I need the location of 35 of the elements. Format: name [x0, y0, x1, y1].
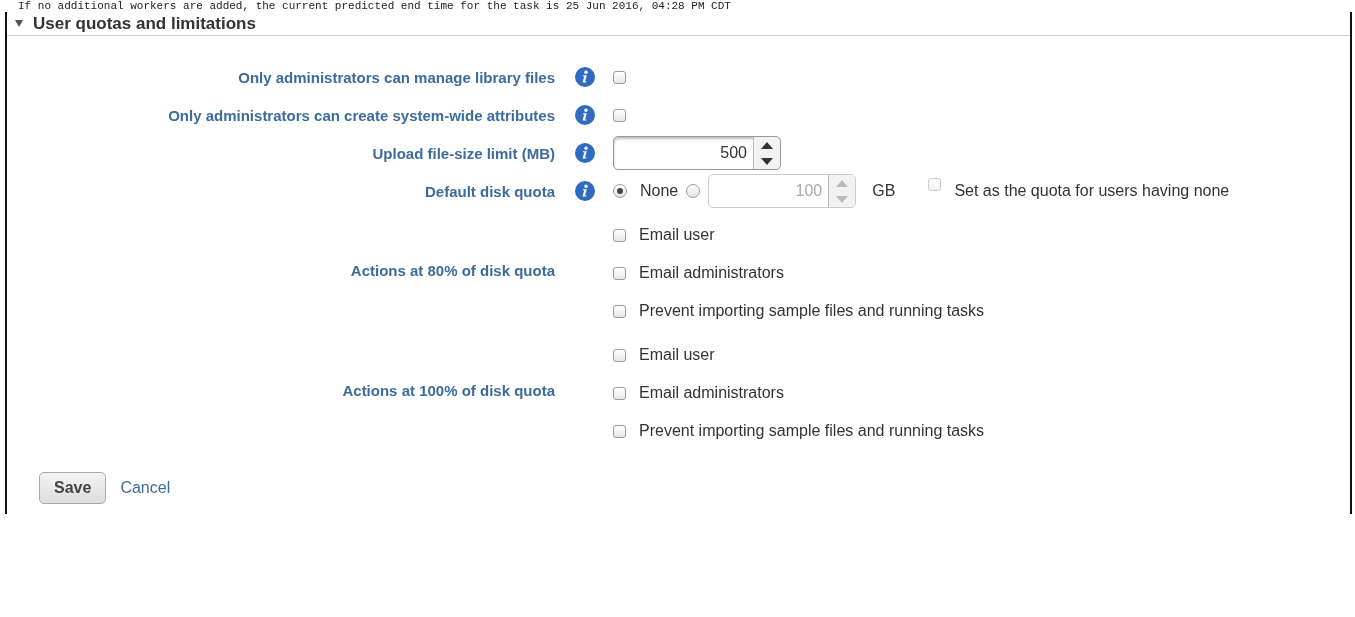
checkbox-label: Set as the quota for users having none	[954, 182, 1230, 200]
radio-label: None	[640, 182, 679, 200]
setting-label: Default disk quota	[425, 182, 555, 200]
checkbox-label: Email administrators	[639, 384, 784, 402]
setting-label: Only administrators can manage library files	[238, 68, 555, 86]
checkbox[interactable]	[613, 70, 626, 84]
info-icon[interactable]	[575, 105, 595, 125]
number-value: 500	[719, 143, 748, 163]
save-button[interactable]: Save	[39, 472, 107, 504]
checkbox[interactable]	[613, 108, 626, 122]
notice-text: If no additional workers are added, the current predicted end time for the task is 25 Jun 2016, 04:28 PM CDT	[17, 0, 732, 12]
checkbox[interactable]	[613, 266, 626, 280]
cancel-link[interactable]: Cancel	[120, 479, 171, 497]
checkbox-label: Email user	[639, 226, 715, 244]
checkbox[interactable]	[613, 228, 626, 242]
checkbox[interactable]	[613, 348, 626, 362]
setting-label: Actions at 100% of disk quota	[342, 381, 555, 399]
unit-label: GB	[872, 182, 896, 200]
checkbox-label: Prevent importing sample files and running tasks	[639, 422, 985, 440]
setting-label: Upload file-size limit (MB)	[372, 144, 555, 162]
collapse-triangle-icon[interactable]	[15, 20, 23, 27]
setting-label: Only administrators can create system-wide attributes	[168, 106, 555, 124]
checkbox-label: Email user	[639, 346, 715, 364]
info-icon[interactable]	[575, 181, 595, 201]
checkbox-label: Email administrators	[639, 264, 784, 282]
number-field[interactable]: 500	[613, 136, 781, 170]
quota-value: 100	[794, 181, 824, 201]
checkbox[interactable]	[613, 304, 626, 318]
checkbox[interactable]	[613, 386, 626, 400]
setting-label: Actions at 80% of disk quota	[350, 261, 555, 279]
info-icon[interactable]	[575, 67, 595, 87]
section-title: User quotas and limitations	[33, 13, 256, 34]
info-icon[interactable]	[575, 143, 595, 163]
checkbox[interactable]	[613, 424, 626, 438]
checkbox-label: Prevent importing sample files and running tasks	[639, 302, 985, 320]
